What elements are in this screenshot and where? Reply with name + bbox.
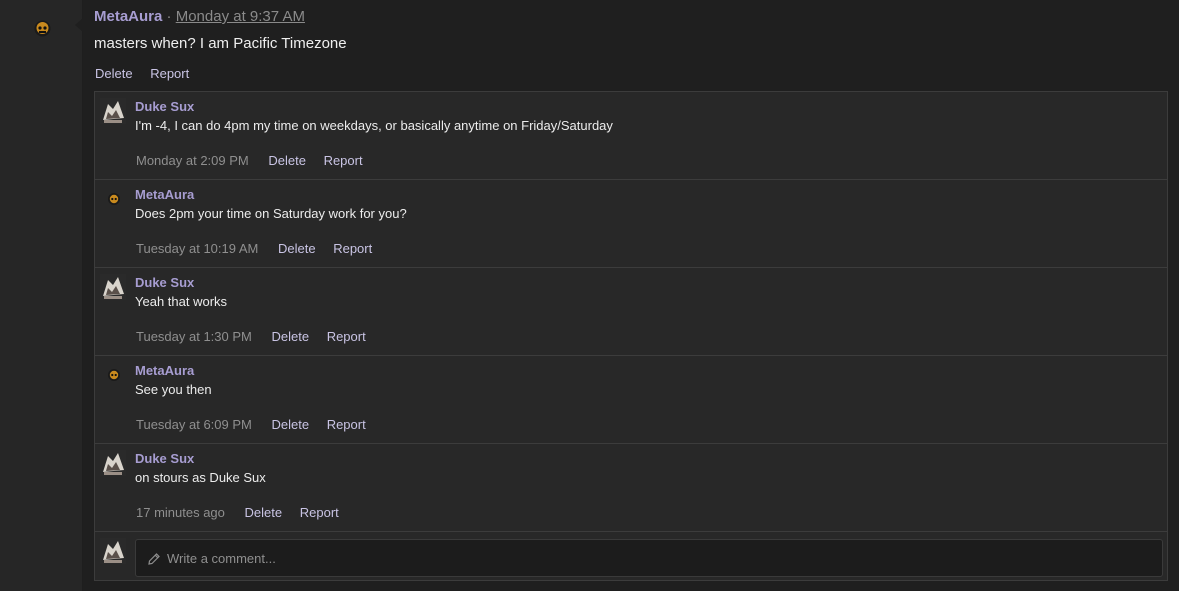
comment-text: on stours as Duke Sux — [135, 470, 266, 485]
post-timestamp[interactable]: Monday at 9:37 AM — [176, 8, 305, 25]
comment-report-link[interactable]: Report — [327, 417, 366, 432]
comment-item: MetaAura Does 2pm your time on Saturday … — [95, 180, 1167, 268]
comment-delete-link[interactable]: Delete — [271, 417, 309, 432]
comment-report-link[interactable]: Report — [300, 505, 339, 520]
metaaura-avatar[interactable] — [108, 369, 120, 381]
post-header: MetaAura · Monday at 9:37 AM — [94, 8, 305, 25]
comment-report-link[interactable]: Report — [327, 329, 366, 344]
comment-item: Duke Sux on stours as Duke Sux 17 minute… — [95, 444, 1167, 532]
comment-compose: Write a comment... — [95, 532, 1167, 582]
comment-item: MetaAura See you then Tuesday at 6:09 PM… — [95, 356, 1167, 444]
comment-author[interactable]: Duke Sux — [135, 99, 194, 114]
post-body: masters when? I am Pacific Timezone — [94, 35, 347, 52]
duke-avatar[interactable] — [100, 98, 126, 124]
profile-post: MetaAura · Monday at 9:37 AM masters whe… — [83, 0, 1179, 591]
comment-item: Duke Sux I'm -4, I can do 4pm my time on… — [95, 92, 1167, 180]
comment-report-link[interactable]: Report — [333, 241, 372, 256]
comment-meta: Tuesday at 6:09 PM Delete Report — [136, 417, 380, 432]
comment-list: Duke Sux I'm -4, I can do 4pm my time on… — [94, 91, 1168, 581]
comment-timestamp[interactable]: Tuesday at 10:19 AM — [136, 241, 258, 256]
comment-text: Does 2pm your time on Saturday work for … — [135, 206, 407, 221]
comment-author[interactable]: MetaAura — [135, 363, 194, 378]
comment-meta: Tuesday at 10:19 AM Delete Report — [136, 241, 386, 256]
metaaura-avatar[interactable] — [108, 193, 120, 205]
post-report-link[interactable]: Report — [150, 66, 189, 81]
post-pointer-arrow — [75, 18, 83, 32]
duke-avatar[interactable] — [100, 274, 126, 300]
comment-input[interactable]: Write a comment... — [135, 539, 1163, 577]
comment-text: I'm -4, I can do 4pm my time on weekdays… — [135, 118, 613, 133]
comment-meta: Tuesday at 1:30 PM Delete Report — [136, 329, 380, 344]
comment-delete-link[interactable]: Delete — [271, 329, 309, 344]
duke-avatar[interactable] — [100, 450, 126, 476]
pencil-icon — [148, 553, 160, 565]
comment-text: See you then — [135, 382, 212, 397]
comment-timestamp[interactable]: Tuesday at 1:30 PM — [136, 329, 252, 344]
comment-timestamp[interactable]: 17 minutes ago — [136, 505, 225, 520]
comment-input-placeholder: Write a comment... — [167, 551, 276, 566]
comment-timestamp[interactable]: Tuesday at 6:09 PM — [136, 417, 252, 432]
metaaura-avatar[interactable] — [34, 20, 51, 37]
comment-author[interactable]: Duke Sux — [135, 451, 194, 466]
comment-delete-link[interactable]: Delete — [278, 241, 316, 256]
post-separator: · — [166, 8, 172, 25]
left-gutter — [0, 0, 83, 591]
post-delete-link[interactable]: Delete — [95, 66, 133, 81]
duke-avatar — [100, 538, 126, 564]
comment-report-link[interactable]: Report — [324, 153, 363, 168]
post-author[interactable]: MetaAura — [94, 8, 162, 25]
post-actions: Delete Report — [95, 66, 203, 81]
comment-delete-link[interactable]: Delete — [245, 505, 283, 520]
comment-author[interactable]: MetaAura — [135, 187, 194, 202]
comment-item: Duke Sux Yeah that works Tuesday at 1:30… — [95, 268, 1167, 356]
comment-meta: Monday at 2:09 PM Delete Report — [136, 153, 377, 168]
comment-author[interactable]: Duke Sux — [135, 275, 194, 290]
comment-meta: 17 minutes ago Delete Report — [136, 505, 353, 520]
comment-delete-link[interactable]: Delete — [268, 153, 306, 168]
comment-text: Yeah that works — [135, 294, 228, 309]
comment-timestamp[interactable]: Monday at 2:09 PM — [136, 153, 249, 168]
